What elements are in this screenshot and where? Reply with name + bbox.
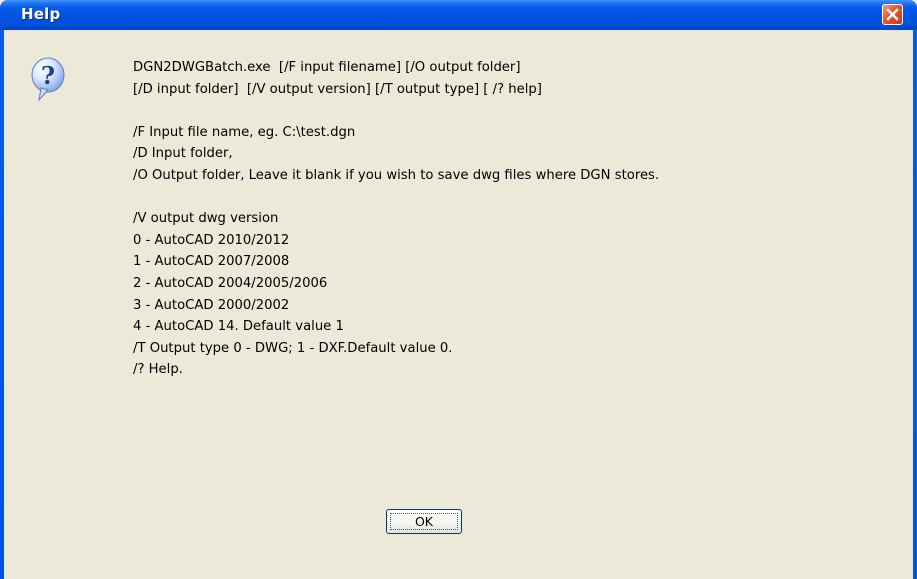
message-line: 2 - AutoCAD 2004/2005/2006 [133, 275, 328, 291]
ok-button[interactable]: OK [386, 509, 462, 534]
close-icon [886, 8, 899, 21]
message-line: /D Input folder, [133, 146, 233, 162]
message-line: 3 - AutoCAD 2000/2002 [133, 297, 290, 313]
ok-button-label: OK [414, 514, 434, 529]
close-button[interactable] [882, 4, 903, 25]
help-message: DGN2DWGBatch.exe [/F input filename] [/O… [133, 57, 917, 381]
question-icon: ? [31, 57, 65, 101]
message-line: /O Output folder, Leave it blank if you … [133, 167, 660, 183]
message-line: /? Help. [133, 362, 183, 378]
help-dialog-window: Help ? DGN2DWGBatch.exe [/F input filena… [0, 0, 917, 579]
message-line: 4 - AutoCAD 14. Default value 1 [133, 319, 344, 335]
svg-text:?: ? [41, 61, 55, 90]
message-line: DGN2DWGBatch.exe [/F input filename] [/O… [133, 60, 521, 75]
message-line: 1 - AutoCAD 2007/2008 [133, 254, 290, 270]
title-bar[interactable]: Help [0, 0, 917, 30]
message-line: 0 - AutoCAD 2010/2012 [133, 232, 290, 248]
message-line: [/D input folder] [/V output version] [/… [133, 81, 542, 97]
message-line: /T Output type 0 - DWG; 1 - DXF.Default … [133, 340, 453, 356]
message-line: /V output dwg version [133, 211, 279, 227]
window-title: Help [21, 5, 61, 23]
message-line [133, 100, 917, 122]
message-line: /F Input file name, eg. C:\test.dgn [133, 124, 356, 140]
message-line [133, 187, 917, 209]
